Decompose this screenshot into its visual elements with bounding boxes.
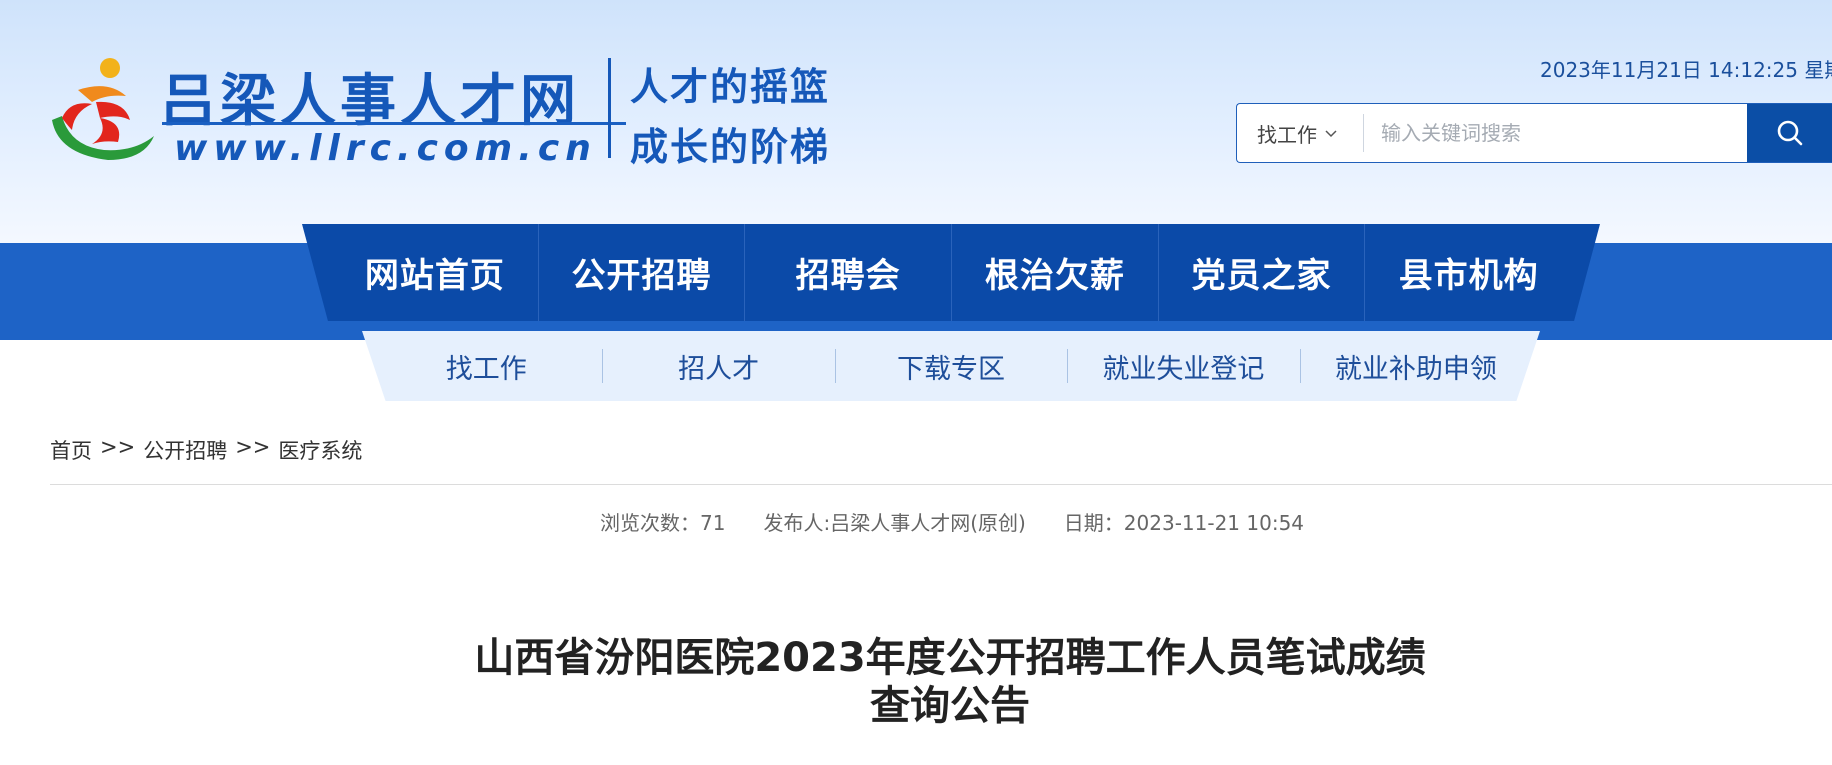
nav-item-wage-arrears[interactable]: 根治欠薪 <box>952 224 1159 321</box>
article-date: 日期：2023-11-21 10:54 <box>1063 511 1305 535</box>
nav-item-home[interactable]: 网站首页 <box>332 224 539 321</box>
search-separator <box>1363 114 1364 152</box>
breadcrumb-home[interactable]: 首页 <box>50 435 92 465</box>
logo-person-icon <box>52 58 154 160</box>
breadcrumb-separator: >> <box>235 435 271 459</box>
search-icon <box>1777 120 1803 146</box>
logo-url: www.llrc.com.cn <box>174 128 597 169</box>
subnav-item-find-job[interactable]: 找工作 <box>370 331 602 401</box>
chevron-down-icon <box>1325 130 1337 138</box>
sub-nav: 找工作 招人才 下载专区 就业失业登记 就业补助申领 <box>362 331 1540 401</box>
slogan-line-1: 人才的摇篮 <box>630 65 831 109</box>
search-button[interactable] <box>1747 104 1832 162</box>
subnav-item-subsidy-application[interactable]: 就业补助申领 <box>1299 331 1532 401</box>
subnav-item-downloads[interactable]: 下载专区 <box>834 331 1067 401</box>
nav-item-public-recruitment[interactable]: 公开招聘 <box>539 224 746 321</box>
nav-item-county-agencies[interactable]: 县市机构 <box>1365 224 1572 321</box>
breadcrumb-medical-system[interactable]: 医疗系统 <box>278 435 362 465</box>
article-meta: 浏览次数：71 发布人:吕梁人事人才网(原创) 日期：2023-11-21 10… <box>600 507 1304 536</box>
site-logo[interactable]: 吕梁人事人才网 www.llrc.com.cn 人才的摇篮 成长的阶梯 <box>48 56 898 169</box>
search-category-label: 找工作 <box>1257 122 1317 147</box>
main-nav: 网站首页 公开招聘 招聘会 根治欠薪 党员之家 县市机构 <box>332 224 1572 321</box>
search-category-select[interactable]: 找工作 <box>1237 104 1363 162</box>
logo-underline <box>162 122 626 125</box>
article-title: 山西省汾阳医院2023年度公开招聘工作人员笔试成绩查询公告 <box>474 635 1426 729</box>
slogan-line-2: 成长的阶梯 <box>630 125 831 169</box>
article-views: 浏览次数：71 <box>600 511 726 535</box>
breadcrumb-separator: >> <box>100 435 136 459</box>
breadcrumb: 首页 >> 公开招聘 >> 医疗系统 <box>50 435 362 465</box>
subnav-item-employment-registration[interactable]: 就业失业登记 <box>1067 331 1299 401</box>
subnav-item-recruit-talent[interactable]: 招人才 <box>602 331 834 401</box>
nav-item-party-members[interactable]: 党员之家 <box>1159 224 1366 321</box>
search-bar: 找工作 <box>1236 103 1832 163</box>
divider <box>50 484 1832 485</box>
search-input[interactable] <box>1365 104 1691 162</box>
current-datetime: 2023年11月21日 14:12:25 星期 <box>1540 58 1832 82</box>
breadcrumb-public-recruitment[interactable]: 公开招聘 <box>143 435 227 465</box>
nav-item-job-fair[interactable]: 招聘会 <box>745 224 953 321</box>
logo-divider <box>608 58 611 158</box>
article-publisher: 发布人:吕梁人事人才网(原创) <box>763 511 1026 535</box>
